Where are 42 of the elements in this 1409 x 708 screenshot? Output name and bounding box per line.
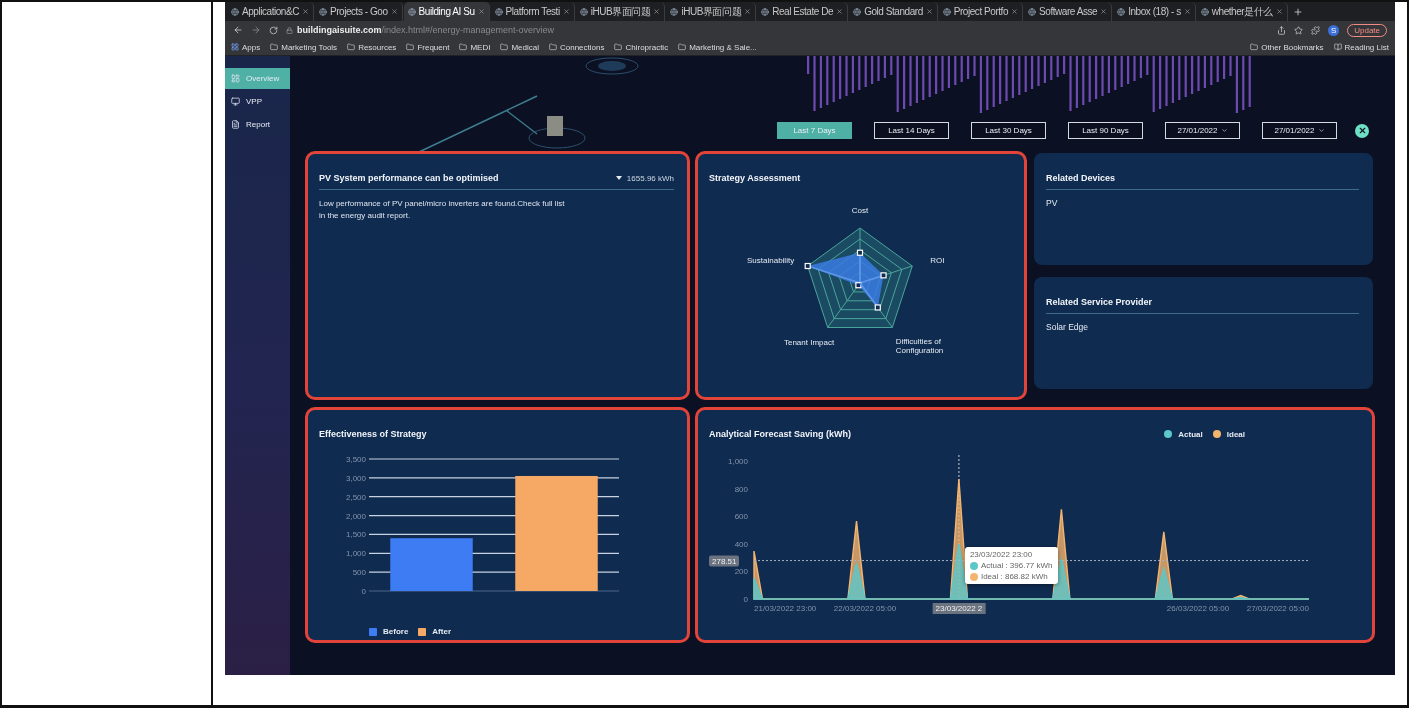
reference-value-label: 278.51: [709, 555, 740, 567]
axis-tick-label: 1,000: [345, 549, 366, 559]
card-title: PV System performance can be optimised: [319, 173, 499, 183]
axis-tick-label: 3,500: [345, 455, 366, 464]
card-title: Analytical Forecast Saving (kWh): [709, 429, 852, 439]
legend-label: Before: [383, 627, 409, 636]
card-title: Related Service Provider: [1046, 297, 1153, 307]
axis-label: Tenant Impact: [783, 337, 835, 347]
axis-tick-label: 22/03/2022 05:00: [833, 604, 897, 613]
axis-tick-label: 600: [734, 512, 748, 522]
axis-label: Cost: [851, 205, 869, 215]
axis-tick-label: 0: [743, 595, 748, 604]
card-title: Strategy Assessment: [709, 173, 801, 183]
legend-label: After: [432, 627, 451, 636]
axis-tick-label: 1,000: [727, 457, 748, 466]
tooltip-value: Ideal : 868.82 kWh: [980, 572, 1048, 581]
card-title: Effectiveness of Strategy: [319, 429, 427, 439]
axis-tick-label: 2,500: [345, 492, 366, 502]
axis-label: Difficulties of Configuration: [895, 336, 945, 355]
axis-tick-label: 500: [352, 568, 366, 578]
legend-label: Ideal: [1226, 429, 1245, 439]
legend-label: Actual: [1178, 429, 1203, 439]
card-item: Solar Edge: [1046, 322, 1090, 332]
axis-label: Sustainability: [747, 255, 795, 265]
tooltip-value: Actual : 396.77 kWh: [980, 561, 1053, 570]
pointer-label: 23/03/2022 2: [932, 603, 986, 614]
axis-tick-label: 0: [361, 587, 366, 596]
axis-tick-label: 26/03/2022 05:00: [1166, 604, 1230, 613]
axis-tick-label: 200: [734, 567, 748, 577]
card-description: Low performance of PV panel/micro inverters are found.Check full list in the energy audit report.: [319, 198, 566, 222]
tooltip-title: 23/03/2022 23:00: [969, 550, 1034, 559]
axis-tick-label: 400: [734, 539, 748, 549]
axis-tick-label: 3,000: [345, 473, 366, 483]
axis-tick-label: 21/03/2022 23:00: [754, 604, 817, 613]
axis-label: ROI: [930, 255, 945, 265]
axis-tick-label: 27/03/2022 05:00: [1246, 604, 1309, 613]
card-item: PV: [1046, 198, 1059, 208]
card-title: Related Devices: [1046, 173, 1116, 183]
axis-tick-label: 2,000: [345, 511, 366, 521]
energy-reading: 1655.96 kWh: [626, 173, 674, 183]
axis-tick-label: 1,500: [345, 530, 366, 540]
axis-tick-label: 800: [734, 484, 748, 494]
